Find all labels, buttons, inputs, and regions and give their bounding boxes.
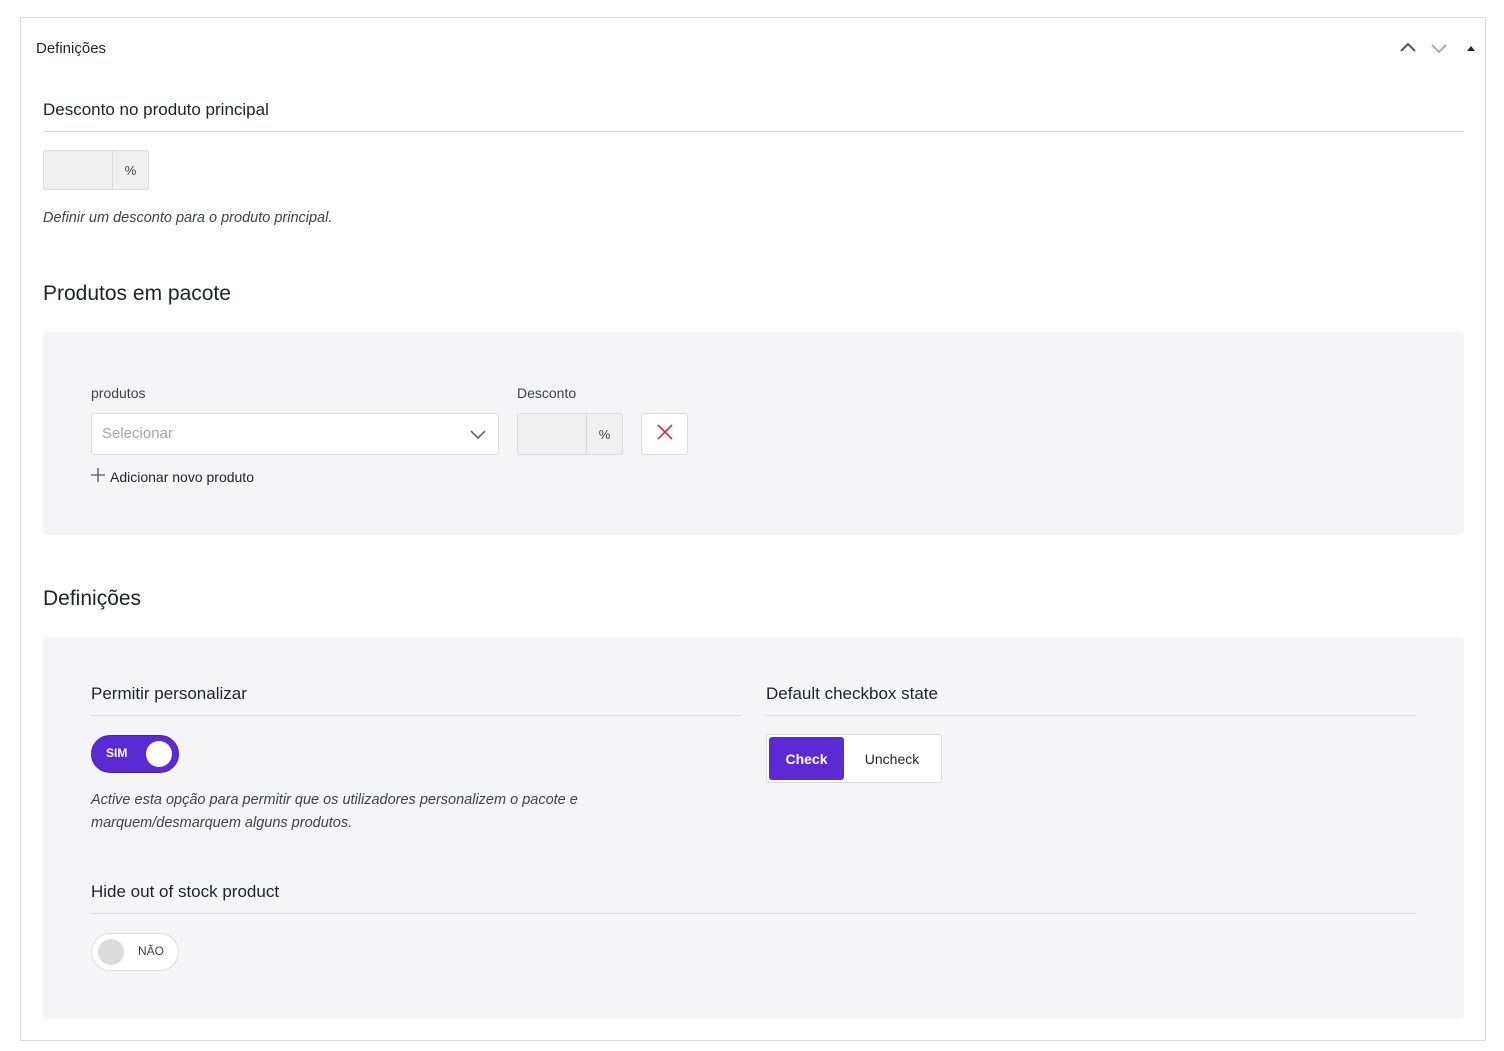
bundle-heading: Produtos em pacote — [43, 282, 231, 305]
main-discount-field[interactable]: % — [43, 150, 149, 190]
hide-out-of-stock-label: Hide out of stock product — [91, 882, 280, 901]
divider — [43, 131, 1464, 132]
close-icon — [656, 423, 673, 445]
checkbox-state-switcher: Check Uncheck — [766, 734, 942, 783]
add-product-link[interactable]: Adicionar novo produto — [91, 468, 254, 485]
select-placeholder: Selecionar — [102, 425, 173, 442]
divider — [766, 715, 1416, 716]
settings-heading: Definições — [43, 587, 142, 610]
divider — [91, 913, 1416, 914]
toggle-label: SIM — [106, 746, 128, 760]
product-discount-input[interactable] — [518, 414, 587, 454]
panel-header[interactable]: Definições — [21, 18, 1485, 78]
settings-box: Permitir personalizar SIM Active esta op… — [43, 637, 1464, 1019]
chevron-down-icon — [470, 427, 486, 446]
check-option[interactable]: Check — [769, 737, 844, 780]
bundle-products-box: produtos Desconto Selecionar % Adicionar… — [43, 332, 1464, 535]
allow-customize-help-line2: marquem/desmarquem alguns produtos. — [91, 815, 353, 831]
percent-suffix: % — [598, 426, 611, 442]
uncheck-option[interactable]: Uncheck — [844, 737, 940, 780]
toggle-knob — [98, 939, 124, 965]
hide-out-of-stock-toggle[interactable]: NÃO — [91, 933, 179, 971]
default-checkbox-label: Default checkbox state — [766, 684, 938, 703]
products-label: produtos — [91, 385, 146, 401]
main-discount-help: Definir um desconto para o produto princ… — [43, 210, 333, 226]
allow-customize-help-line1: Active esta opção para permitir que os u… — [91, 792, 578, 808]
definitions-panel: Definições Desconto no produto principal… — [20, 17, 1486, 1041]
remove-product-button[interactable] — [641, 413, 688, 455]
toggle-knob — [146, 741, 172, 767]
product-select[interactable]: Selecionar — [91, 413, 499, 455]
divider — [91, 715, 741, 716]
allow-customize-toggle[interactable]: SIM — [91, 735, 179, 773]
discount-label: Desconto — [517, 385, 577, 401]
add-product-label: Adicionar novo produto — [110, 468, 254, 485]
plus-icon — [91, 468, 110, 485]
panel-title: Definições — [36, 40, 107, 57]
percent-suffix: % — [124, 162, 137, 178]
allow-customize-label: Permitir personalizar — [91, 684, 247, 703]
toggle-label: NÃO — [138, 944, 165, 958]
main-discount-input[interactable] — [44, 151, 113, 189]
collapse-triangle-icon[interactable] — [1461, 38, 1481, 58]
chevron-down-icon[interactable] — [1429, 38, 1449, 58]
product-discount-field[interactable]: % — [517, 413, 623, 455]
main-discount-label: Desconto no produto principal — [43, 100, 269, 119]
chevron-up-icon[interactable] — [1398, 38, 1418, 58]
